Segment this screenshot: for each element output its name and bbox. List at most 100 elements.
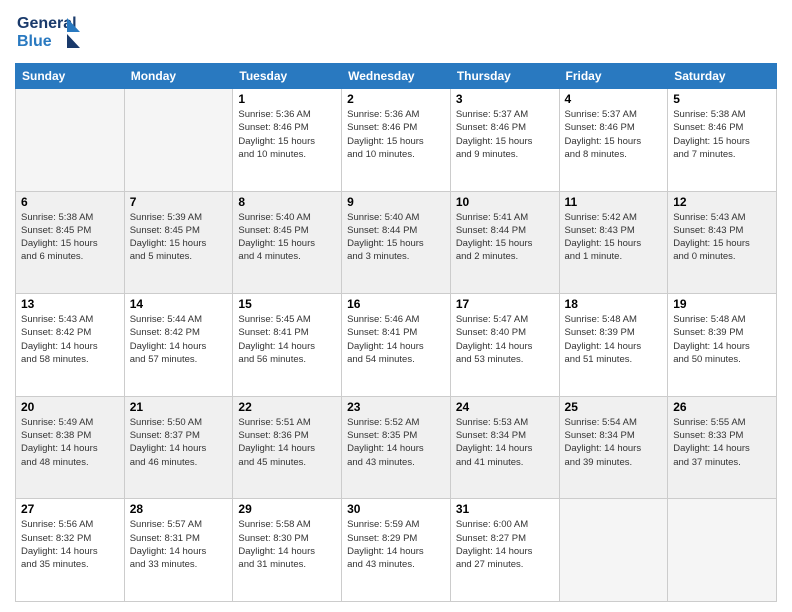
day-info: Sunrise: 5:50 AM Sunset: 8:37 PM Dayligh… xyxy=(130,416,228,469)
weekday-tuesday: Tuesday xyxy=(233,64,342,89)
week-row-4: 20Sunrise: 5:49 AM Sunset: 8:38 PM Dayli… xyxy=(16,396,777,499)
calendar-cell: 28 Sunrise: 5:57 AM Sunset: 8:31 PM Dayli… xyxy=(124,499,233,602)
day-info: Sunrise: 5:40 AM Sunset: 8:44 PM Dayligh… xyxy=(347,211,445,264)
day-number: 11 xyxy=(565,195,663,209)
calendar-cell: 5Sunrise: 5:38 AM Sunset: 8:46 PM Daylig… xyxy=(668,89,777,192)
calendar-cell: 18 Sunrise: 5:48 AM Sunset: 8:39 PM Dayli… xyxy=(559,294,668,397)
calendar-cell: 10 Sunrise: 5:41 AM Sunset: 8:44 PM Dayli… xyxy=(450,191,559,294)
day-number: 6 xyxy=(21,195,119,209)
week-row-5: 27Sunrise: 5:56 AM Sunset: 8:32 PM Dayli… xyxy=(16,499,777,602)
logo-svg: GeneralBlue xyxy=(15,10,85,55)
day-number: 3 xyxy=(456,92,554,106)
day-info: Sunrise: 5:59 AM Sunset: 8:29 PM Dayligh… xyxy=(347,518,445,571)
day-number: 23 xyxy=(347,400,445,414)
calendar-cell: 1Sunrise: 5:36 AM Sunset: 8:46 PM Daylig… xyxy=(233,89,342,192)
weekday-monday: Monday xyxy=(124,64,233,89)
day-info: Sunrise: 5:40 AM Sunset: 8:45 PM Dayligh… xyxy=(238,211,336,264)
day-info: Sunrise: 5:49 AM Sunset: 8:38 PM Dayligh… xyxy=(21,416,119,469)
calendar-cell: 4 Sunrise: 5:37 AM Sunset: 8:46 PM Daylig… xyxy=(559,89,668,192)
day-info: Sunrise: 5:36 AM Sunset: 8:46 PM Dayligh… xyxy=(238,108,336,161)
day-number: 12 xyxy=(673,195,771,209)
calendar-cell: 2Sunrise: 5:36 AM Sunset: 8:46 PM Daylig… xyxy=(342,89,451,192)
day-info: Sunrise: 5:55 AM Sunset: 8:33 PM Dayligh… xyxy=(673,416,771,469)
day-info: Sunrise: 5:58 AM Sunset: 8:30 PM Dayligh… xyxy=(238,518,336,571)
weekday-sunday: Sunday xyxy=(16,64,125,89)
day-info: Sunrise: 5:46 AM Sunset: 8:41 PM Dayligh… xyxy=(347,313,445,366)
day-number: 19 xyxy=(673,297,771,311)
weekday-saturday: Saturday xyxy=(668,64,777,89)
day-info: Sunrise: 5:39 AM Sunset: 8:45 PM Dayligh… xyxy=(130,211,228,264)
day-number: 25 xyxy=(565,400,663,414)
day-number: 16 xyxy=(347,297,445,311)
day-info: Sunrise: 5:45 AM Sunset: 8:41 PM Dayligh… xyxy=(238,313,336,366)
calendar-cell: 20Sunrise: 5:49 AM Sunset: 8:38 PM Dayli… xyxy=(16,396,125,499)
day-number: 18 xyxy=(565,297,663,311)
calendar-cell: 24 Sunrise: 5:53 AM Sunset: 8:34 PM Dayli… xyxy=(450,396,559,499)
weekday-wednesday: Wednesday xyxy=(342,64,451,89)
weekday-friday: Friday xyxy=(559,64,668,89)
day-info: Sunrise: 5:38 AM Sunset: 8:45 PM Dayligh… xyxy=(21,211,119,264)
calendar-cell: 17Sunrise: 5:47 AM Sunset: 8:40 PM Dayli… xyxy=(450,294,559,397)
day-number: 28 xyxy=(130,502,228,516)
calendar-cell: 29 Sunrise: 5:58 AM Sunset: 8:30 PM Dayli… xyxy=(233,499,342,602)
week-row-3: 13Sunrise: 5:43 AM Sunset: 8:42 PM Dayli… xyxy=(16,294,777,397)
day-number: 24 xyxy=(456,400,554,414)
day-info: Sunrise: 5:37 AM Sunset: 8:46 PM Dayligh… xyxy=(565,108,663,161)
day-number: 9 xyxy=(347,195,445,209)
calendar-cell xyxy=(559,499,668,602)
week-row-2: 6 Sunrise: 5:38 AM Sunset: 8:45 PM Daylig… xyxy=(16,191,777,294)
day-info: Sunrise: 5:53 AM Sunset: 8:34 PM Dayligh… xyxy=(456,416,554,469)
calendar-cell: 22 Sunrise: 5:51 AM Sunset: 8:36 PM Dayli… xyxy=(233,396,342,499)
calendar-cell: 25 Sunrise: 5:54 AM Sunset: 8:34 PM Dayli… xyxy=(559,396,668,499)
day-info: Sunrise: 5:44 AM Sunset: 8:42 PM Dayligh… xyxy=(130,313,228,366)
calendar-cell: 12 Sunrise: 5:43 AM Sunset: 8:43 PM Dayli… xyxy=(668,191,777,294)
day-info: Sunrise: 5:48 AM Sunset: 8:39 PM Dayligh… xyxy=(565,313,663,366)
day-info: Sunrise: 6:00 AM Sunset: 8:27 PM Dayligh… xyxy=(456,518,554,571)
day-number: 2 xyxy=(347,92,445,106)
day-info: Sunrise: 5:41 AM Sunset: 8:44 PM Dayligh… xyxy=(456,211,554,264)
day-info: Sunrise: 5:47 AM Sunset: 8:40 PM Dayligh… xyxy=(456,313,554,366)
calendar-cell: 31 Sunrise: 6:00 AM Sunset: 8:27 PM Dayli… xyxy=(450,499,559,602)
calendar-cell: 16 Sunrise: 5:46 AM Sunset: 8:41 PM Dayli… xyxy=(342,294,451,397)
calendar-cell: 30 Sunrise: 5:59 AM Sunset: 8:29 PM Dayli… xyxy=(342,499,451,602)
day-number: 4 xyxy=(565,92,663,106)
calendar-page: GeneralBlue SundayMondayTuesdayWednesday… xyxy=(0,0,792,612)
day-number: 7 xyxy=(130,195,228,209)
calendar-cell: 3 Sunrise: 5:37 AM Sunset: 8:46 PM Daylig… xyxy=(450,89,559,192)
calendar-cell: 7 Sunrise: 5:39 AM Sunset: 8:45 PM Daylig… xyxy=(124,191,233,294)
day-info: Sunrise: 5:38 AM Sunset: 8:46 PM Dayligh… xyxy=(673,108,771,161)
weekday-header-row: SundayMondayTuesdayWednesdayThursdayFrid… xyxy=(16,64,777,89)
day-info: Sunrise: 5:42 AM Sunset: 8:43 PM Dayligh… xyxy=(565,211,663,264)
calendar-cell xyxy=(16,89,125,192)
calendar-table: SundayMondayTuesdayWednesdayThursdayFrid… xyxy=(15,63,777,602)
day-info: Sunrise: 5:43 AM Sunset: 8:42 PM Dayligh… xyxy=(21,313,119,366)
day-number: 21 xyxy=(130,400,228,414)
day-info: Sunrise: 5:56 AM Sunset: 8:32 PM Dayligh… xyxy=(21,518,119,571)
calendar-cell: 14 Sunrise: 5:44 AM Sunset: 8:42 PM Dayli… xyxy=(124,294,233,397)
calendar-cell: 27Sunrise: 5:56 AM Sunset: 8:32 PM Dayli… xyxy=(16,499,125,602)
svg-text:Blue: Blue xyxy=(17,33,52,50)
week-row-1: 1Sunrise: 5:36 AM Sunset: 8:46 PM Daylig… xyxy=(16,89,777,192)
day-number: 8 xyxy=(238,195,336,209)
day-info: Sunrise: 5:43 AM Sunset: 8:43 PM Dayligh… xyxy=(673,211,771,264)
calendar-cell: 26 Sunrise: 5:55 AM Sunset: 8:33 PM Dayli… xyxy=(668,396,777,499)
day-number: 31 xyxy=(456,502,554,516)
calendar-cell: 9 Sunrise: 5:40 AM Sunset: 8:44 PM Daylig… xyxy=(342,191,451,294)
day-info: Sunrise: 5:37 AM Sunset: 8:46 PM Dayligh… xyxy=(456,108,554,161)
day-info: Sunrise: 5:54 AM Sunset: 8:34 PM Dayligh… xyxy=(565,416,663,469)
calendar-cell: 8 Sunrise: 5:40 AM Sunset: 8:45 PM Daylig… xyxy=(233,191,342,294)
calendar-cell xyxy=(668,499,777,602)
weekday-thursday: Thursday xyxy=(450,64,559,89)
day-number: 26 xyxy=(673,400,771,414)
day-number: 14 xyxy=(130,297,228,311)
calendar-cell: 15Sunrise: 5:45 AM Sunset: 8:41 PM Dayli… xyxy=(233,294,342,397)
day-number: 29 xyxy=(238,502,336,516)
day-info: Sunrise: 5:51 AM Sunset: 8:36 PM Dayligh… xyxy=(238,416,336,469)
header: GeneralBlue xyxy=(15,10,777,55)
day-info: Sunrise: 5:52 AM Sunset: 8:35 PM Dayligh… xyxy=(347,416,445,469)
day-number: 10 xyxy=(456,195,554,209)
day-info: Sunrise: 5:57 AM Sunset: 8:31 PM Dayligh… xyxy=(130,518,228,571)
day-info: Sunrise: 5:48 AM Sunset: 8:39 PM Dayligh… xyxy=(673,313,771,366)
day-number: 30 xyxy=(347,502,445,516)
day-number: 22 xyxy=(238,400,336,414)
